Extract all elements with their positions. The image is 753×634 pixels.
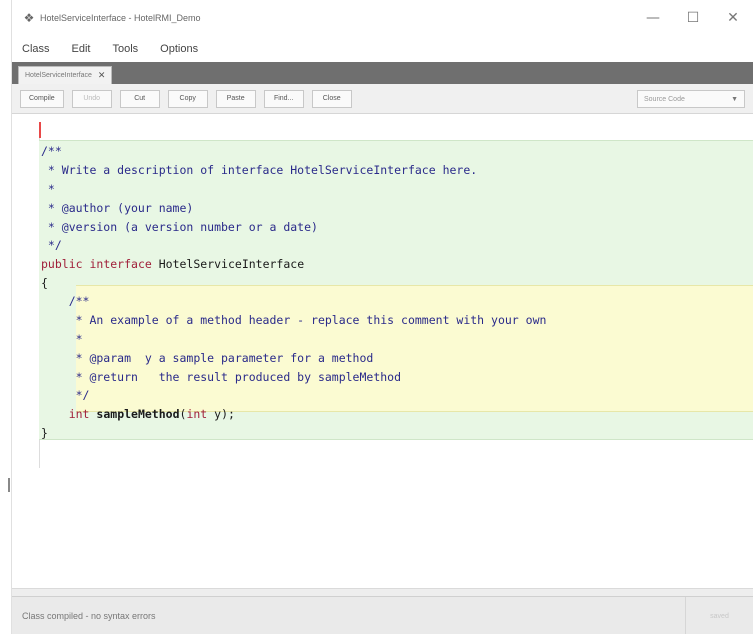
interface-name: HotelServiceInterface	[158, 257, 305, 271]
status-message: Class compiled - no syntax errors	[22, 610, 156, 621]
code-line-11: *	[41, 332, 83, 346]
kw-int-param: int	[186, 407, 208, 421]
code-line-9: /**	[41, 294, 90, 308]
undo-button[interactable]: Undo	[71, 89, 112, 108]
cut-button[interactable]: Cut	[119, 89, 160, 108]
bluej-editor-window: ❖ HotelServiceInterface - HotelRMI_Demo …	[12, 0, 753, 634]
maximize-button[interactable]: ☐	[673, 0, 713, 36]
menu-bar: Class Edit Tools Options	[12, 36, 753, 62]
code-line-4: * @author (your name)	[41, 201, 194, 215]
menu-options[interactable]: Options	[160, 43, 198, 55]
tab-label: HotelServiceInterface	[25, 72, 92, 79]
code-line-1: /**	[41, 144, 62, 158]
paste-button[interactable]: Paste	[215, 89, 256, 108]
code-line-16: }	[41, 426, 48, 440]
title-bar[interactable]: ❖ HotelServiceInterface - HotelRMI_Demo …	[12, 0, 753, 36]
save-status: saved	[685, 597, 753, 634]
code-line-12: * @param y a sample parameter for a meth…	[41, 351, 374, 365]
text-caret	[39, 122, 41, 138]
code-editor[interactable]: /** * Write a description of interface H…	[12, 114, 753, 588]
chevron-down-icon: ▼	[731, 95, 738, 103]
compile-button[interactable]: Compile	[20, 89, 64, 108]
minimize-button[interactable]: —	[633, 0, 673, 36]
close-button[interactable]: ✕	[713, 0, 753, 36]
code-line-10: * An example of a method header - replac…	[41, 313, 547, 327]
code-line-7: public interface HotelServiceInterface	[41, 257, 304, 271]
code-line-5: * @version (a version number or a date)	[41, 220, 318, 234]
code-line-13: * @return the result produced by sampleM…	[41, 370, 402, 384]
menu-tools[interactable]: Tools	[112, 43, 138, 55]
menu-class[interactable]: Class	[22, 43, 50, 55]
view-mode-select[interactable]: Source Code ▼	[637, 90, 745, 108]
menu-edit[interactable]: Edit	[72, 43, 91, 55]
horizontal-scrollbar[interactable]	[12, 588, 753, 596]
kw-int: int	[68, 407, 90, 421]
code-line-6: */	[41, 238, 62, 252]
code-line-14: */	[41, 388, 90, 402]
view-mode-value: Source Code	[644, 95, 685, 103]
code-line-3: *	[41, 182, 55, 196]
code-line-8: {	[41, 276, 48, 290]
left-window-edge	[0, 0, 12, 634]
code-line-15: int sampleMethod(int y);	[41, 407, 235, 421]
bluej-app-icon: ❖	[23, 11, 35, 25]
find-button[interactable]: Find...	[263, 89, 304, 108]
param-rest: y);	[207, 407, 235, 421]
copy-button[interactable]: Copy	[167, 89, 208, 108]
editor-tab-strip: HotelServiceInterface ✕	[12, 62, 753, 84]
method-scope-highlight	[76, 285, 753, 412]
tab-hotel-service-interface[interactable]: HotelServiceInterface ✕	[18, 66, 113, 84]
editor-toolbar: Compile Undo Cut Copy Paste Find... Clos…	[12, 84, 753, 114]
close-editor-button[interactable]: Close	[311, 89, 352, 108]
kw-interface: interface	[89, 257, 152, 271]
window-controls: — ☐ ✕	[633, 0, 753, 36]
status-bar: Class compiled - no syntax errors saved	[12, 596, 753, 634]
window-title: HotelServiceInterface - HotelRMI_Demo	[40, 13, 201, 23]
code-line-2: * Write a description of interface Hotel…	[41, 163, 478, 177]
tab-close-icon[interactable]: ✕	[98, 70, 106, 81]
kw-public: public	[41, 257, 83, 271]
method-name: sampleMethod	[96, 407, 180, 421]
